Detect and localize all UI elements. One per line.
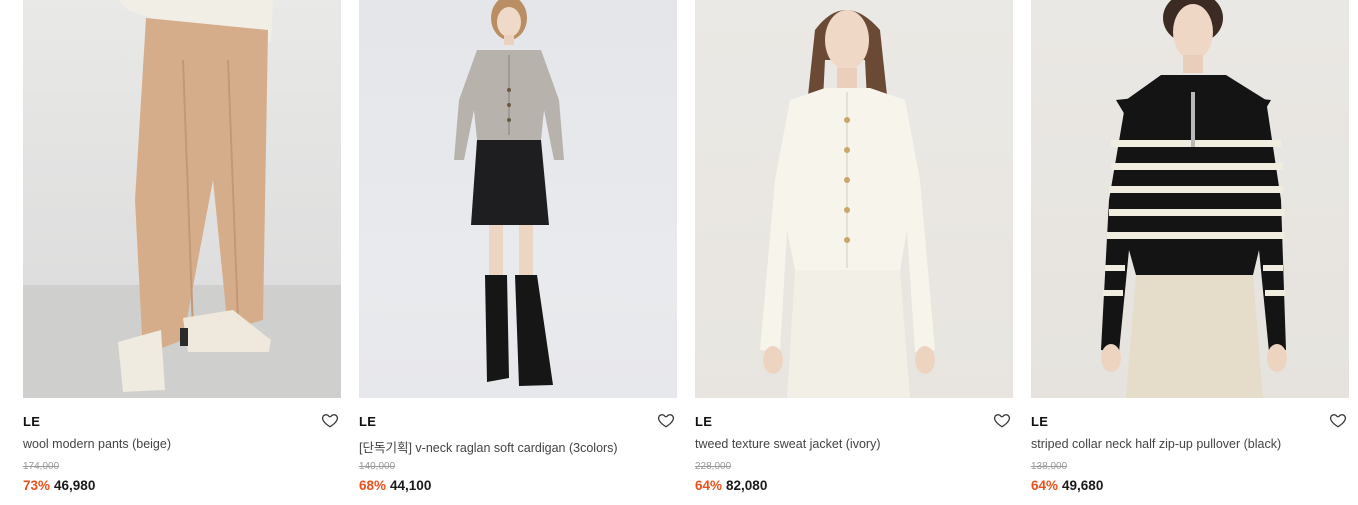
product-card[interactable]: LE wool modern pants (beige) 174,000 73%… (23, 0, 341, 505)
sale-price: 44,100 (390, 478, 432, 493)
product-info: LE [단독기획] v-neck raglan soft cardigan (3… (359, 398, 677, 505)
product-brand[interactable]: LE (1031, 414, 1048, 429)
product-card[interactable]: LE [단독기획] v-neck raglan soft cardigan (3… (359, 0, 677, 505)
product-title[interactable]: [단독기획] v-neck raglan soft cardigan (3col… (359, 437, 618, 456)
sale-price: 46,980 (54, 478, 96, 493)
product-image[interactable] (1031, 0, 1349, 398)
discount-rate: 68% (359, 478, 387, 493)
heart-outline-icon[interactable] (993, 411, 1011, 429)
discount-rate: 73% (23, 478, 51, 493)
heart-outline-icon[interactable] (1329, 411, 1347, 429)
product-title[interactable]: wool modern pants (beige) (23, 437, 171, 451)
heart-outline-icon[interactable] (321, 411, 339, 429)
product-image[interactable] (23, 0, 341, 398)
original-price: 228,000 (695, 461, 732, 472)
product-info: LE striped collar neck half zip-up pullo… (1031, 398, 1349, 505)
product-title[interactable]: striped collar neck half zip-up pullover… (1031, 437, 1281, 451)
product-info: LE wool modern pants (beige) 174,000 73%… (23, 398, 341, 505)
product-brand[interactable]: LE (695, 414, 712, 429)
product-grid: LE wool modern pants (beige) 174,000 73%… (23, 0, 1349, 505)
product-image[interactable] (695, 0, 1013, 398)
product-card[interactable]: LE tweed texture sweat jacket (ivory) 22… (695, 0, 1013, 505)
original-price: 138,000 (1031, 461, 1068, 472)
original-price: 140,000 (359, 461, 396, 472)
heart-outline-icon[interactable] (657, 411, 675, 429)
product-brand[interactable]: LE (23, 414, 40, 429)
product-card[interactable]: LE striped collar neck half zip-up pullo… (1031, 0, 1349, 505)
product-image[interactable] (359, 0, 677, 398)
product-info: LE tweed texture sweat jacket (ivory) 22… (695, 398, 1013, 505)
sale-price: 49,680 (1062, 478, 1104, 493)
price-row: 64% 82,080 (695, 478, 767, 493)
discount-rate: 64% (695, 478, 723, 493)
price-row: 68% 44,100 (359, 478, 431, 493)
price-row: 73% 46,980 (23, 478, 95, 493)
product-title[interactable]: tweed texture sweat jacket (ivory) (695, 437, 881, 451)
discount-rate: 64% (1031, 478, 1059, 493)
price-row: 64% 49,680 (1031, 478, 1103, 493)
product-brand[interactable]: LE (359, 414, 376, 429)
sale-price: 82,080 (726, 478, 768, 493)
original-price: 174,000 (23, 461, 60, 472)
